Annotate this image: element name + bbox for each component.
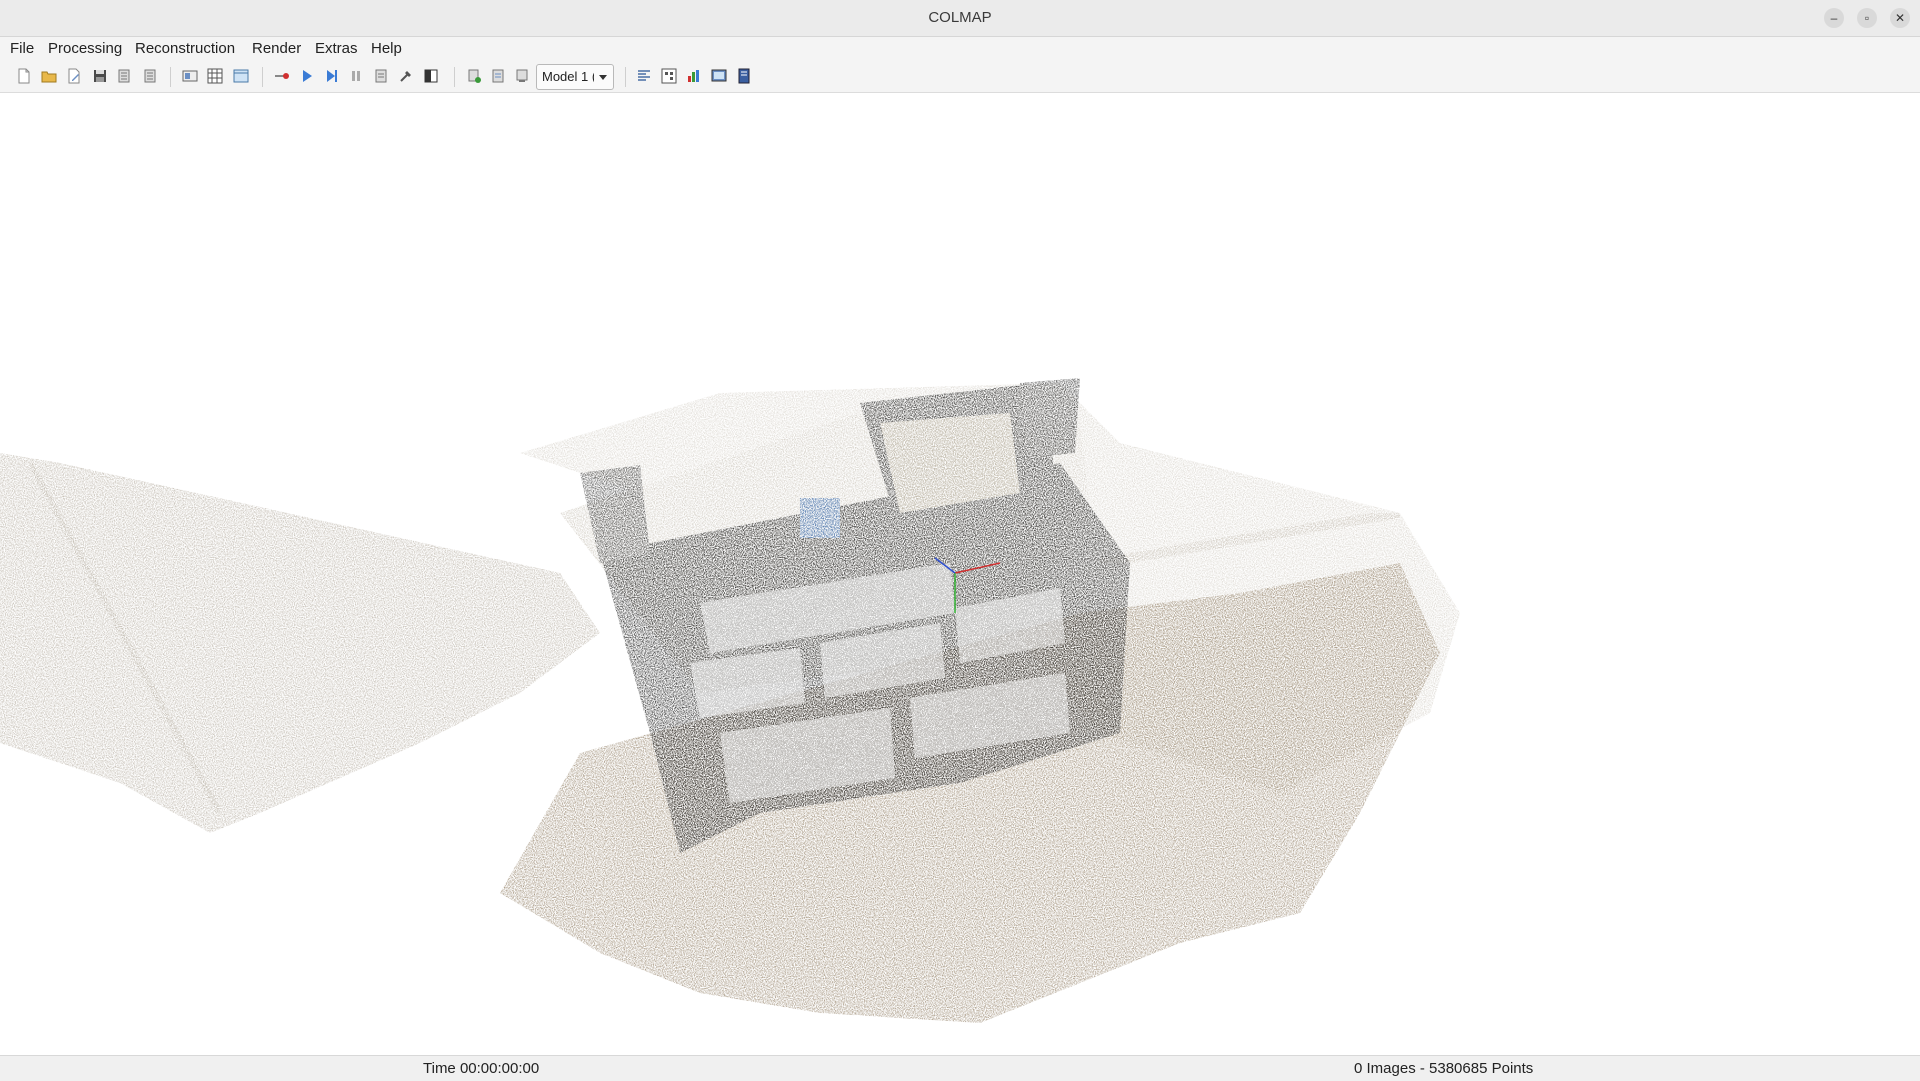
pause-reconstruction-icon[interactable] xyxy=(348,68,364,84)
save-project-icon[interactable] xyxy=(92,68,108,84)
undistortion-icon[interactable] xyxy=(490,68,506,84)
open-project-icon[interactable] xyxy=(41,68,57,84)
status-bar: Time 00:00:00:00 0 Images - 5380685 Poin… xyxy=(0,1055,1920,1081)
render-options-icon[interactable] xyxy=(636,68,652,84)
maximize-button[interactable]: ▫ xyxy=(1857,8,1877,28)
toolbar-separator xyxy=(170,67,171,87)
menu-reconstruction[interactable]: Reconstruction xyxy=(133,37,237,61)
toolbar: Model 1 ( xyxy=(0,61,1920,93)
stereo-icon[interactable] xyxy=(514,68,530,84)
feature-matching-icon[interactable] xyxy=(207,68,223,84)
status-summary: 0 Images - 5380685 Points xyxy=(1354,1060,1534,1077)
minimize-button[interactable]: – xyxy=(1824,8,1844,28)
reconstruction-stats-icon[interactable] xyxy=(661,68,677,84)
feature-extraction-icon[interactable] xyxy=(182,68,198,84)
3d-viewport[interactable] xyxy=(0,93,1920,1055)
close-button[interactable]: ✕ xyxy=(1890,8,1910,28)
export-model-icon[interactable] xyxy=(142,68,158,84)
grab-image-icon[interactable] xyxy=(423,68,439,84)
point-cloud-render xyxy=(0,378,1460,1023)
menu-extras[interactable]: Extras xyxy=(313,37,360,61)
import-model-icon[interactable] xyxy=(116,68,132,84)
menu-render[interactable]: Render xyxy=(250,37,303,61)
model-selector[interactable]: Model 1 ( xyxy=(536,64,614,90)
step-reconstruction-icon[interactable] xyxy=(324,68,340,84)
window-title: COLMAP xyxy=(928,9,992,26)
bundle-adjustment-icon[interactable] xyxy=(398,68,414,84)
toolbar-separator xyxy=(625,67,626,87)
new-project-icon[interactable] xyxy=(16,68,32,84)
edit-project-icon[interactable] xyxy=(66,68,82,84)
chevron-down-icon xyxy=(599,75,607,80)
database-management-icon[interactable] xyxy=(233,68,249,84)
reset-reconstruction-icon[interactable] xyxy=(373,68,389,84)
automatic-reconstruction-icon[interactable] xyxy=(274,68,290,84)
log-window-icon[interactable] xyxy=(711,68,727,84)
model-selector-value: Model 1 ( xyxy=(542,69,594,84)
toolbar-separator xyxy=(262,67,263,87)
grab-movie-icon[interactable] xyxy=(466,68,482,84)
menu-processing[interactable]: Processing xyxy=(46,37,124,61)
menu-bar: File Processing Reconstruction Render Ex… xyxy=(0,37,1920,61)
toolbar-separator xyxy=(454,67,455,87)
title-bar: COLMAP – ▫ ✕ xyxy=(0,0,1920,37)
menu-file[interactable]: File xyxy=(8,37,36,61)
start-reconstruction-icon[interactable] xyxy=(299,68,315,84)
menu-help[interactable]: Help xyxy=(369,37,404,61)
status-time: Time 00:00:00:00 xyxy=(423,1060,540,1077)
viewer-icon[interactable] xyxy=(736,68,752,84)
match-matrix-icon[interactable] xyxy=(686,68,702,84)
